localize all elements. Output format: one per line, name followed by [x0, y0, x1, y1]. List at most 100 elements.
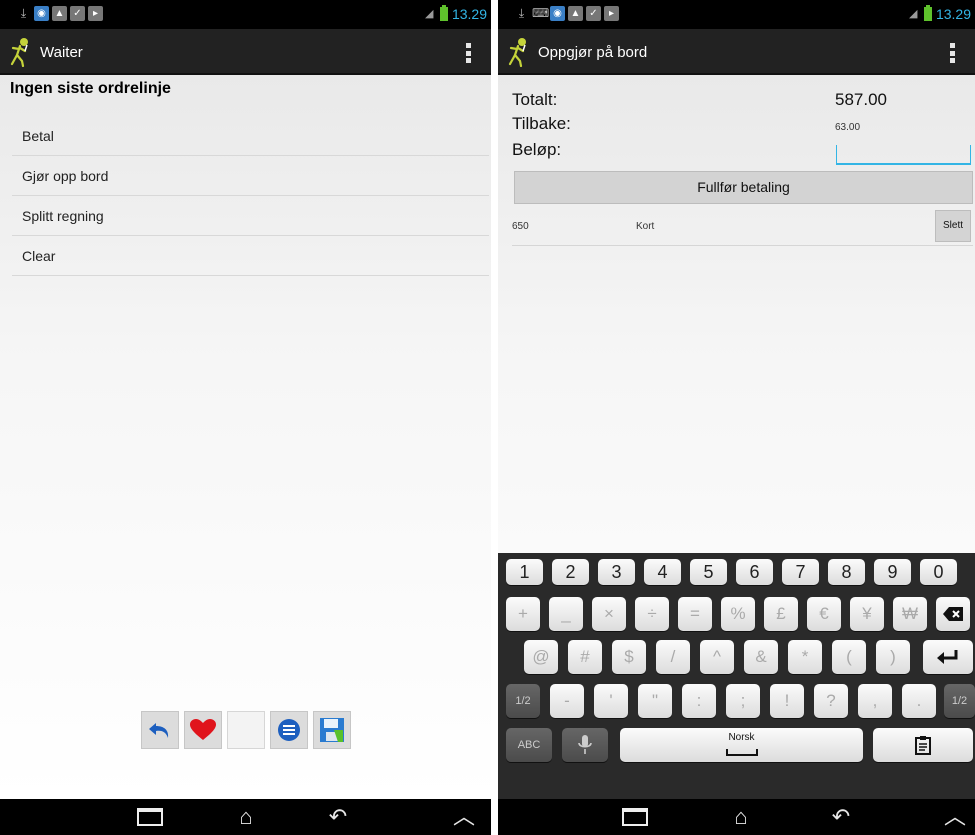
overflow-menu-icon[interactable]	[465, 43, 471, 63]
waiter-screen: ⤓ ◉ ▲ ✓ ▸ ◢ 13.29 Waiter Ingen siste ord…	[0, 0, 491, 835]
key-asterisk[interactable]: *	[788, 640, 822, 674]
key-hash[interactable]: #	[568, 640, 602, 674]
key-equals[interactable]: =	[678, 597, 712, 631]
key-apostrophe[interactable]: '	[594, 684, 628, 718]
space-language-label: Norsk	[728, 732, 755, 743]
list-button[interactable]	[270, 711, 308, 749]
recent-apps-icon	[137, 808, 163, 826]
key-underscore[interactable]: _	[549, 597, 583, 631]
key-1[interactable]: 1	[506, 559, 543, 585]
enter-key[interactable]	[923, 640, 973, 674]
expand-button[interactable]: ︿	[935, 805, 975, 829]
key-9[interactable]: 9	[874, 559, 911, 585]
key-7[interactable]: 7	[782, 559, 819, 585]
key-quote[interactable]: "	[638, 684, 672, 718]
total-value: 587.00	[835, 90, 887, 109]
key-question[interactable]: ?	[814, 684, 848, 718]
key-period[interactable]: .	[902, 684, 936, 718]
key-close-paren[interactable]: )	[876, 640, 910, 674]
key-dollar[interactable]: $	[612, 640, 646, 674]
voice-input-key[interactable]	[562, 728, 608, 762]
key-slash[interactable]: /	[656, 640, 690, 674]
key-pound[interactable]: £	[764, 597, 798, 631]
page-toggle-right-key[interactable]: 1/2	[944, 684, 975, 718]
key-minus[interactable]: -	[550, 684, 584, 718]
home-icon: ⌂	[239, 804, 253, 829]
recent-apps-icon	[622, 808, 648, 826]
key-won[interactable]: ₩	[893, 597, 927, 631]
empty-button[interactable]	[227, 711, 265, 749]
clipboard-key[interactable]	[873, 728, 973, 762]
space-bar-icon	[725, 749, 758, 756]
key-5[interactable]: 5	[690, 559, 727, 585]
back-icon: ↶	[831, 804, 851, 829]
key-6[interactable]: 6	[736, 559, 773, 585]
app-title: Waiter	[40, 44, 83, 61]
menu-item-betal[interactable]: Betal	[12, 116, 489, 156]
back-button[interactable]: ↶	[821, 805, 861, 829]
app-notification-icon: ◉	[550, 6, 565, 21]
save-button[interactable]	[313, 711, 351, 749]
image-icon: ▲	[52, 6, 67, 21]
key-comma[interactable]: ,	[858, 684, 892, 718]
change-label: Tilbake:	[512, 114, 571, 133]
recent-apps-button[interactable]	[130, 805, 170, 829]
screen-title: Oppgjør på bord	[538, 44, 648, 61]
key-0[interactable]: 0	[920, 559, 957, 585]
payment-amount: 650	[512, 221, 529, 232]
key-yen[interactable]: ¥	[850, 597, 884, 631]
payment-screen: ⤓ ⌨ ◉ ▲ ✓ ▸ ◢ 13.29 Oppgjør på bord Tota…	[498, 0, 975, 835]
undo-icon	[149, 723, 169, 738]
menu-item-splitt-regning[interactable]: Splitt regning	[12, 196, 489, 236]
page-toggle-left-key[interactable]: 1/2	[506, 684, 540, 718]
backspace-key[interactable]	[936, 597, 970, 631]
space-key[interactable]: Norsk	[620, 728, 863, 762]
key-multiply[interactable]: ×	[592, 597, 626, 631]
key-caret[interactable]: ^	[700, 640, 734, 674]
heart-icon	[190, 719, 216, 740]
expand-button[interactable]: ︿	[444, 805, 484, 829]
bottom-toolbar	[141, 711, 351, 749]
clock: 13.29	[451, 6, 487, 22]
battery-icon	[923, 5, 932, 21]
key-2[interactable]: 2	[552, 559, 589, 585]
menu-item-clear[interactable]: Clear	[12, 236, 489, 276]
menu-item-gjor-opp-bord[interactable]: Gjør opp bord	[12, 156, 489, 196]
amount-input[interactable]	[836, 145, 971, 165]
signal-icon: ◢	[908, 8, 918, 20]
key-euro[interactable]: €	[807, 597, 841, 631]
home-button[interactable]: ⌂	[226, 805, 266, 829]
store-icon: ▸	[604, 6, 619, 21]
amount-label: Beløp:	[512, 140, 562, 159]
home-button[interactable]: ⌂	[721, 805, 761, 829]
overflow-menu-icon[interactable]	[949, 43, 955, 63]
abc-key[interactable]: ABC	[506, 728, 552, 762]
key-percent[interactable]: %	[721, 597, 755, 631]
key-semicolon[interactable]: ;	[726, 684, 760, 718]
key-ampersand[interactable]: &	[744, 640, 778, 674]
home-icon: ⌂	[734, 804, 748, 829]
key-open-paren[interactable]: (	[832, 640, 866, 674]
payment-row: 650 Kort Slett	[512, 207, 973, 246]
key-3[interactable]: 3	[598, 559, 635, 585]
action-list: Betal Gjør opp bord Splitt regning Clear	[12, 116, 489, 276]
undo-button[interactable]	[141, 711, 179, 749]
list-icon	[278, 719, 300, 741]
back-button[interactable]: ↶	[318, 805, 358, 829]
recent-apps-button[interactable]	[615, 805, 655, 829]
key-8[interactable]: 8	[828, 559, 865, 585]
key-colon[interactable]: :	[682, 684, 716, 718]
complete-payment-button[interactable]: Fullfør betaling	[514, 171, 973, 204]
delete-payment-button[interactable]: Slett	[935, 210, 971, 242]
app-logo-icon[interactable]	[9, 37, 31, 67]
key-divide[interactable]: ÷	[635, 597, 669, 631]
key-exclamation[interactable]: !	[770, 684, 804, 718]
download-icon: ⤓	[518, 6, 525, 20]
favorite-button[interactable]	[184, 711, 222, 749]
key-at[interactable]: @	[524, 640, 558, 674]
key-4[interactable]: 4	[644, 559, 681, 585]
status-bar: ⤓ ⌨ ◉ ▲ ✓ ▸ ◢ 13.29	[498, 0, 975, 29]
keyboard-notification-icon: ⌨	[532, 6, 550, 20]
key-plus[interactable]: +	[506, 597, 540, 631]
app-logo-icon[interactable]	[507, 37, 529, 67]
